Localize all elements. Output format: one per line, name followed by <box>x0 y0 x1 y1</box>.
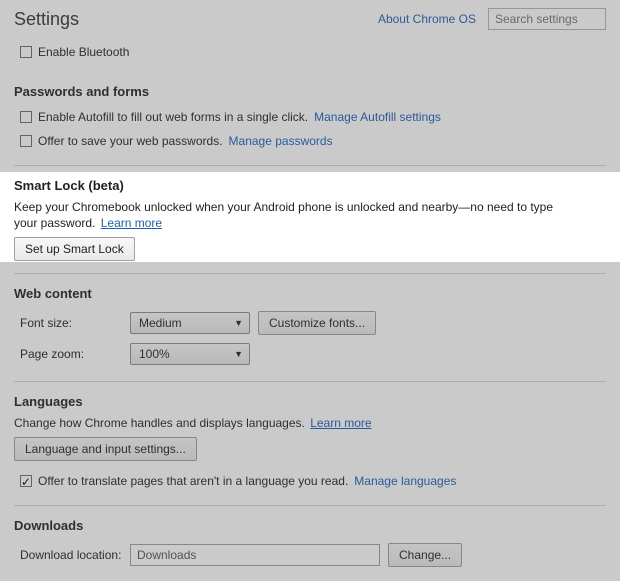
download-location-label: Download location: <box>20 548 130 562</box>
set-up-smart-lock-button[interactable]: Set up Smart Lock <box>14 237 135 261</box>
passwords-forms-title: Passwords and forms <box>14 84 606 99</box>
web-content-title: Web content <box>14 286 606 301</box>
smart-lock-description: Keep your Chromebook unlocked when your … <box>14 199 554 237</box>
change-download-location-button[interactable]: Change... <box>388 543 462 567</box>
search-input[interactable] <box>488 8 606 30</box>
language-input-settings-button[interactable]: Language and input settings... <box>14 437 197 461</box>
divider <box>14 505 606 506</box>
about-chrome-os-link[interactable]: About Chrome OS <box>378 12 476 26</box>
downloads-section: Downloads Download location: Change... <box>0 508 620 581</box>
manage-languages-link[interactable]: Manage languages <box>354 472 456 490</box>
smart-lock-learn-more-link[interactable]: Learn more <box>101 216 162 230</box>
web-content-section: Web content Font size: Medium ▼ Customiz… <box>0 276 620 379</box>
enable-bluetooth-checkbox[interactable] <box>20 46 32 58</box>
page-zoom-label: Page zoom: <box>20 347 130 361</box>
bluetooth-section: Enable Bluetooth <box>0 34 620 74</box>
divider <box>14 165 606 166</box>
settings-header: Settings About Chrome OS <box>0 0 620 34</box>
smart-lock-section: Smart Lock (beta) Keep your Chromebook u… <box>0 168 620 271</box>
passwords-forms-section: Passwords and forms Enable Autofill to f… <box>0 74 620 163</box>
save-passwords-checkbox[interactable] <box>20 135 32 147</box>
offer-translate-label: Offer to translate pages that aren't in … <box>38 472 348 490</box>
divider <box>14 381 606 382</box>
manage-passwords-link[interactable]: Manage passwords <box>229 132 333 150</box>
divider <box>14 273 606 274</box>
enable-autofill-label: Enable Autofill to fill out web forms in… <box>38 108 308 126</box>
smart-lock-title: Smart Lock (beta) <box>14 178 606 193</box>
manage-autofill-link[interactable]: Manage Autofill settings <box>314 108 441 126</box>
enable-bluetooth-label: Enable Bluetooth <box>38 43 129 61</box>
page-title: Settings <box>14 9 378 30</box>
languages-title: Languages <box>14 394 606 409</box>
download-location-field[interactable] <box>130 544 380 566</box>
font-size-label: Font size: <box>20 316 130 330</box>
chevron-down-icon: ▼ <box>234 318 243 328</box>
languages-description: Change how Chrome handles and displays l… <box>14 415 554 437</box>
languages-learn-more-link[interactable]: Learn more <box>310 416 371 430</box>
offer-translate-checkbox[interactable] <box>20 475 32 487</box>
languages-section: Languages Change how Chrome handles and … <box>0 384 620 503</box>
save-passwords-label: Offer to save your web passwords. <box>38 132 223 150</box>
enable-autofill-checkbox[interactable] <box>20 111 32 123</box>
chevron-down-icon: ▼ <box>234 349 243 359</box>
customize-fonts-button[interactable]: Customize fonts... <box>258 311 376 335</box>
page-zoom-select[interactable]: 100% ▼ <box>130 343 250 365</box>
font-size-select[interactable]: Medium ▼ <box>130 312 250 334</box>
